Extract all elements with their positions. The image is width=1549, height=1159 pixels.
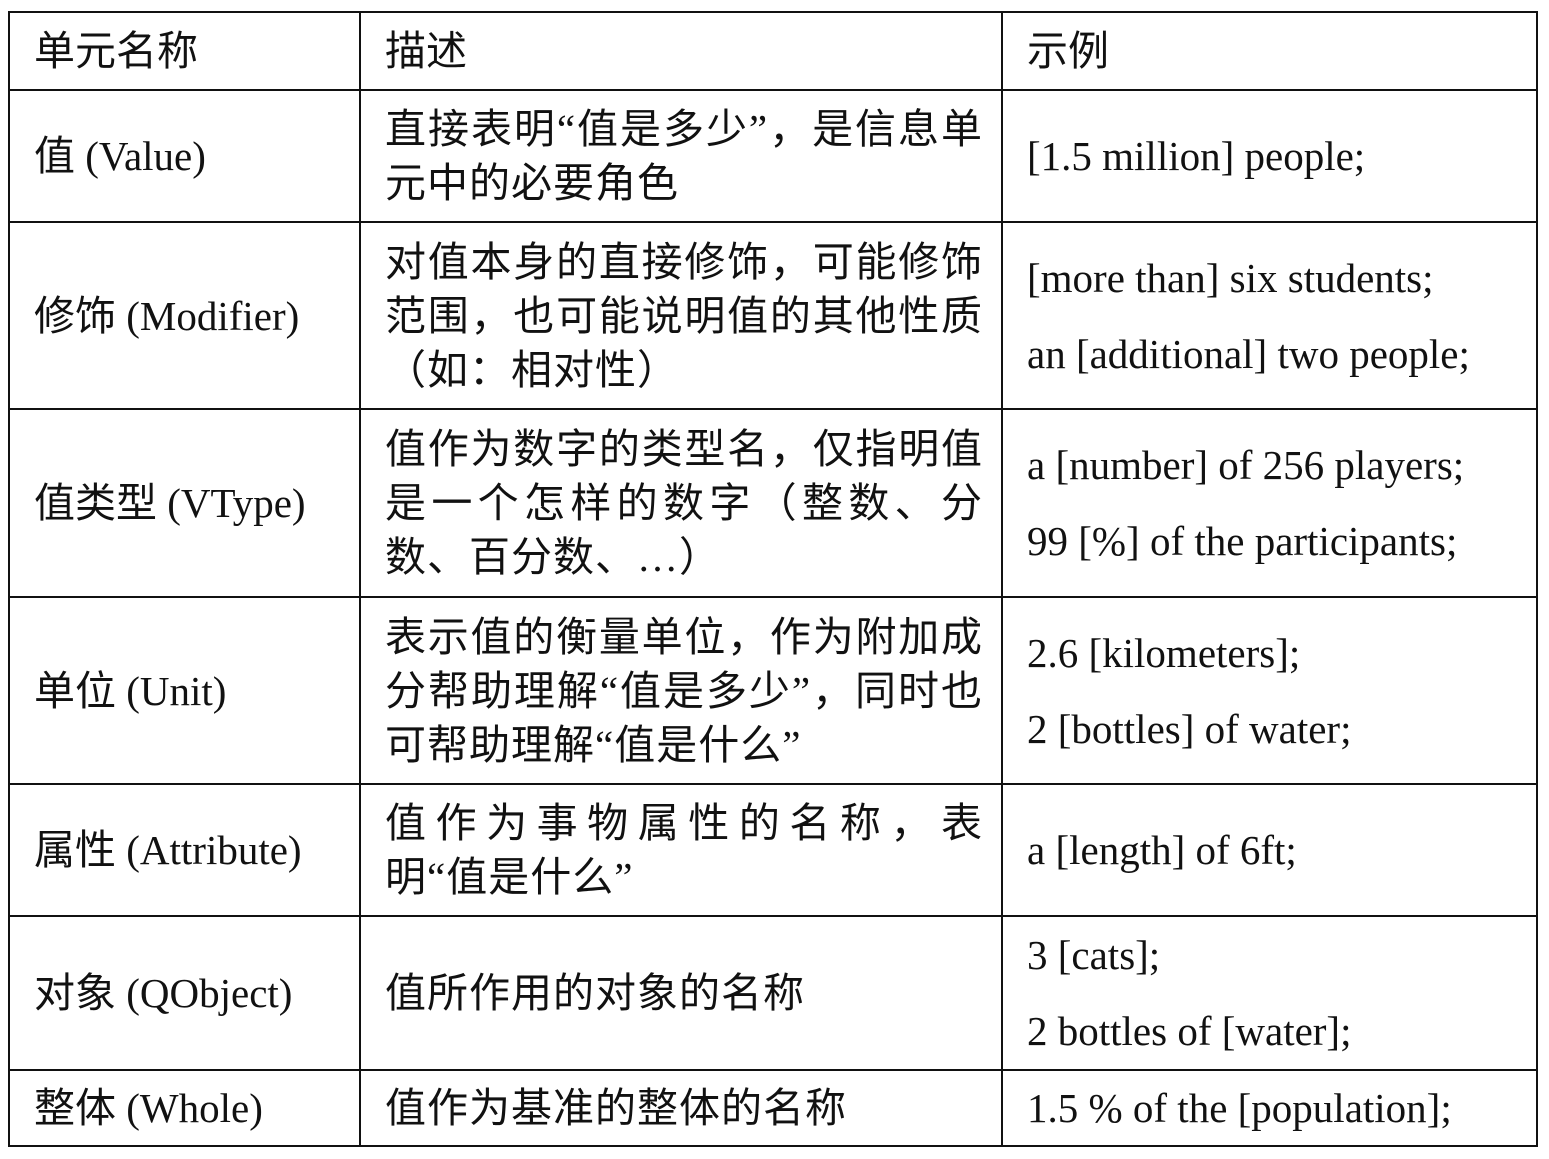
unit-example-cell: [more than] six students; an [additional… [1001,221,1538,410]
example-line: 2 [bottles] of water; [1027,705,1352,752]
unit-name-cell: 整体 (Whole) [8,1069,361,1147]
table-row-value: 值 (Value) 直接表明“值是多少”，是信息单元中的必要角色 [1.5 mi… [8,89,1538,223]
unit-example-cell: [1.5 million] people; [1001,89,1538,223]
example-line: 99 [%] of the participants; [1027,518,1458,564]
table-row-whole: 整体 (Whole) 值作为基准的整体的名称 1.5 % of the [pop… [8,1069,1538,1147]
units-table: 单元名称 描述 示例 值 (Value) 直接表明“值是多少”，是信息单元中的必… [8,11,1538,1147]
unit-name-cell: 修饰 (Modifier) [8,221,361,410]
unit-example-cell: 1.5 % of the [population]; [1001,1069,1538,1147]
table-row-qobject: 对象 (QObject) 值所作用的对象的名称 3 [cats]; 2 bott… [8,915,1538,1071]
unit-desc-cell: 对值本身的直接修饰，可能修饰范围，也可能说明值的其他性质（如：相对性） [359,221,1003,410]
example-line: 3 [cats]; [1027,932,1161,978]
example-line: 2 bottles of [water]; [1027,1008,1352,1054]
unit-desc-cell: 值作为数字的类型名，仅指明值是一个怎样的数字（整数、分数、百分数、…） [359,408,1003,598]
unit-desc-cell: 值作为基准的整体的名称 [359,1069,1003,1147]
table-row-vtype: 值类型 (VType) 值作为数字的类型名，仅指明值是一个怎样的数字（整数、分数… [8,408,1538,598]
unit-name-cell: 值类型 (VType) [8,408,361,598]
header-desc-cell: 描述 [359,11,1003,91]
unit-example-cell: 2.6 [kilometers]; 2 [bottles] of water; [1001,596,1538,785]
table-row-unit: 单位 (Unit) 表示值的衡量单位，作为附加成分帮助理解“值是多少”，同时也可… [8,596,1538,785]
unit-desc-cell: 表示值的衡量单位，作为附加成分帮助理解“值是多少”，同时也可帮助理解“值是什么” [359,596,1003,785]
unit-desc-cell: 直接表明“值是多少”，是信息单元中的必要角色 [359,89,1003,223]
header-row: 单元名称 描述 示例 [8,11,1538,91]
example-line: a [length] of 6ft; [1027,827,1297,873]
example-line: a [number] of 256 players; [1027,442,1465,488]
unit-desc-cell: 值所作用的对象的名称 [359,915,1003,1071]
example-line: an [additional] two people; [1027,330,1470,377]
example-line: 1.5 % of the [population]; [1027,1085,1452,1131]
unit-example-cell: a [length] of 6ft; [1001,783,1538,917]
unit-name-cell: 属性 (Attribute) [8,783,361,917]
table-row-attribute: 属性 (Attribute) 值作为事物属性的名称，表明“值是什么” a [le… [8,783,1538,917]
header-name-cell: 单元名称 [8,11,361,91]
header-example-cell: 示例 [1001,11,1538,91]
unit-desc-cell: 值作为事物属性的名称，表明“值是什么” [359,783,1003,917]
example-line: 2.6 [kilometers]; [1027,629,1301,676]
unit-name-cell: 单位 (Unit) [8,596,361,785]
unit-name-cell: 对象 (QObject) [8,915,361,1071]
table-row-modifier: 修饰 (Modifier) 对值本身的直接修饰，可能修饰范围，也可能说明值的其他… [8,221,1538,410]
unit-example-cell: a [number] of 256 players; 99 [%] of the… [1001,408,1538,598]
unit-example-cell: 3 [cats]; 2 bottles of [water]; [1001,915,1538,1071]
example-line: [1.5 million] people; [1027,133,1366,179]
unit-name-cell: 值 (Value) [8,89,361,223]
example-line: [more than] six students; [1027,254,1434,301]
